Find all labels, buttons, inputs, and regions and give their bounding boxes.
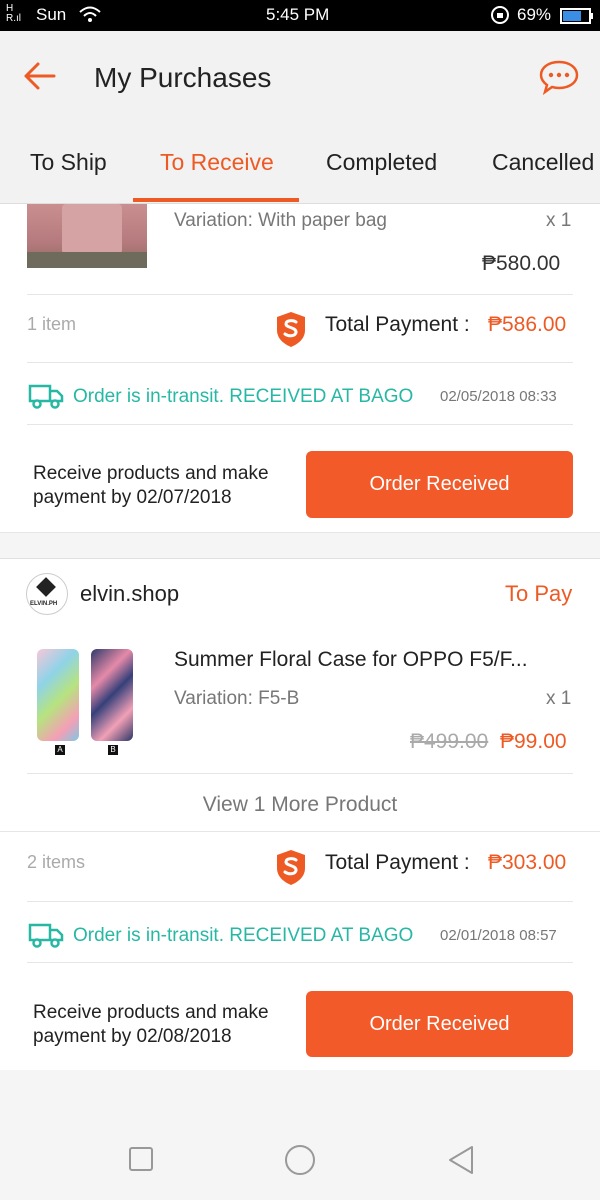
tab-cancelled[interactable]: Cancelled — [492, 149, 594, 176]
shop-logo-icon — [36, 577, 56, 597]
battery-icon — [560, 8, 594, 29]
case-design-a — [37, 649, 79, 741]
receive-deadline-text: Receive products and make payment by 02/… — [33, 463, 269, 508]
receive-deadline-text: Receive products and make payment by 02/… — [33, 1002, 269, 1047]
items-count: 2 items — [27, 852, 86, 872]
header: My Purchases To Ship To Receive Complete… — [0, 31, 600, 204]
clock: 5:45 PM — [266, 5, 330, 24]
shipping-status[interactable]: Order is in-transit. RECEIVED AT BAGO — [73, 386, 413, 408]
items-count: 1 item — [27, 314, 77, 334]
system-nav-bar — [0, 1070, 600, 1200]
total-payment-label: Total Payment : — [325, 313, 470, 336]
product-name[interactable]: Summer Floral Case for OPPO F5/F... — [174, 648, 528, 672]
product-price: ₱580.00 — [482, 252, 561, 275]
carrier-name: Sun — [36, 5, 67, 24]
chat-icon[interactable] — [538, 59, 580, 100]
shipping-timestamp: 02/05/2018 08:33 — [440, 388, 557, 405]
active-tab-indicator — [133, 198, 299, 202]
shipping-timestamp: 02/01/2018 08:57 — [440, 927, 557, 944]
product-price: ₱99.00 — [500, 730, 567, 753]
product-variation: Variation: F5-B — [174, 688, 300, 709]
back-arrow-icon[interactable] — [22, 61, 56, 96]
product-variation: Variation: With paper bag — [174, 210, 387, 231]
case-design-b — [91, 649, 133, 741]
tab-to-ship[interactable]: To Ship — [30, 149, 107, 176]
shop-name[interactable]: elvin.shop — [80, 581, 179, 607]
product-quantity: x 1 — [546, 688, 572, 709]
battery-level: 69% — [517, 5, 552, 24]
shopee-guarantee-icon — [275, 848, 307, 891]
product-quantity: x 1 — [546, 210, 572, 231]
product-thumbnail[interactable] — [27, 204, 147, 268]
order-card-1: Variation: With paper bag x 1 ₱580.00 1 … — [0, 204, 600, 532]
page-title: My Purchases — [94, 62, 272, 93]
tab-to-receive[interactable]: To Receive — [160, 149, 274, 176]
truck-icon — [28, 921, 64, 954]
total-payment-value: ₱586.00 — [488, 313, 567, 336]
back-icon[interactable] — [447, 1144, 475, 1181]
view-more-products-link[interactable]: View 1 More Product — [0, 793, 600, 817]
product-thumbnail[interactable]: A B — [27, 647, 147, 759]
total-payment-value: ₱303.00 — [488, 851, 567, 874]
signal-icon: H R.ıl — [6, 3, 21, 24]
recent-apps-icon[interactable] — [128, 1146, 154, 1177]
original-price: ₱499.00 — [410, 730, 489, 753]
order-status-badge: To Pay — [505, 581, 573, 606]
shop-logo-text: ELVIN.PH — [30, 601, 58, 607]
shop-avatar[interactable]: ELVIN.PH — [26, 573, 68, 615]
rotation-lock-icon — [490, 5, 510, 30]
truck-icon — [28, 382, 64, 415]
shipping-status[interactable]: Order is in-transit. RECEIVED AT BAGO — [73, 925, 413, 947]
tab-completed[interactable]: Completed — [326, 149, 437, 176]
home-icon[interactable] — [284, 1144, 316, 1181]
order-card-2: ELVIN.PH elvin.shop To Pay A B Summer Fl… — [0, 558, 600, 1071]
total-payment-label: Total Payment : — [325, 851, 470, 874]
wifi-icon — [78, 5, 102, 30]
order-received-button[interactable]: Order Received — [306, 991, 573, 1057]
variant-label-b: B — [108, 745, 118, 755]
order-received-button[interactable]: Order Received — [306, 451, 573, 518]
variant-label-a: A — [55, 745, 65, 755]
shopee-guarantee-icon — [275, 310, 307, 353]
status-bar: H R.ıl Sun 5:45 PM 69% — [0, 0, 600, 31]
